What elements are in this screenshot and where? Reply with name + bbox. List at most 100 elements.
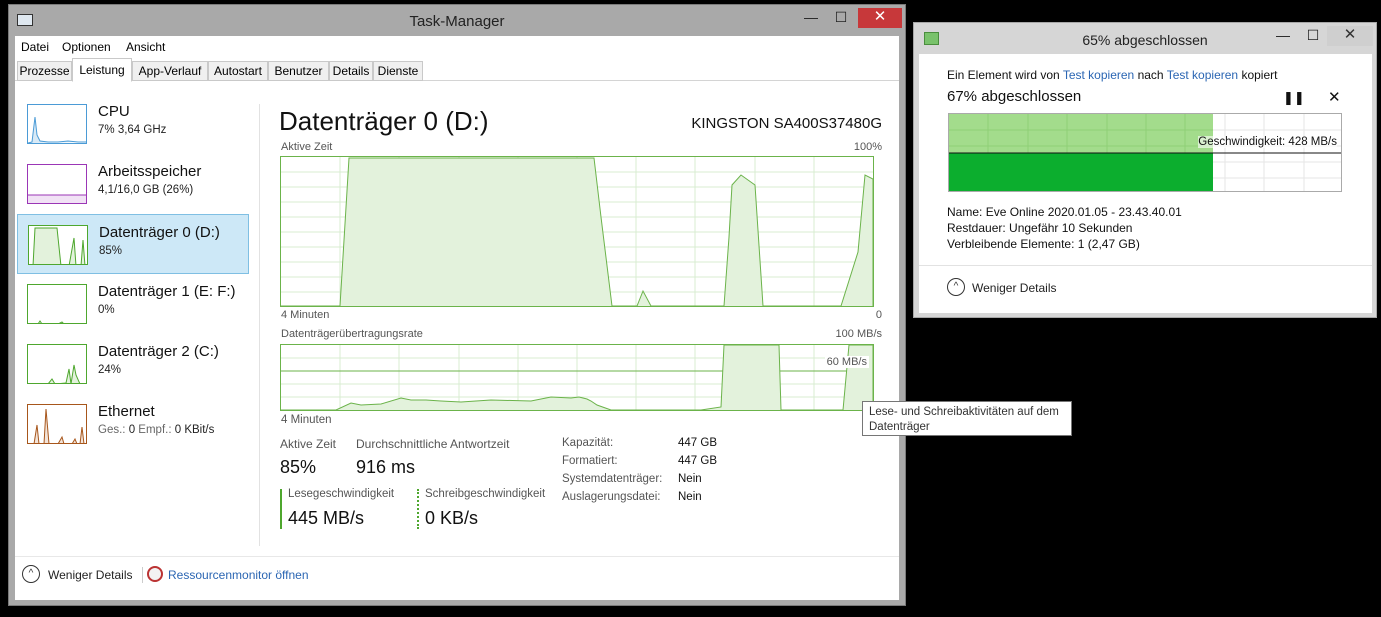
menu-optionen[interactable]: Optionen bbox=[62, 40, 111, 54]
active-time-label: Aktive Zeit bbox=[280, 437, 337, 451]
copy-progress-text: 67% abgeschlossen bbox=[947, 88, 1082, 105]
copy-dialog-divider bbox=[919, 265, 1372, 266]
read-speed-value: 445 MB/s bbox=[288, 508, 365, 528]
tab-app-verlauf[interactable]: App-Verlauf bbox=[132, 61, 208, 81]
disk-model: KINGSTON SA400S37480G bbox=[691, 115, 882, 132]
transfer-rate-graph-max: 100 MB/s bbox=[835, 328, 882, 340]
target-folder-link[interactable]: Test kopieren bbox=[1167, 68, 1238, 82]
menu-datei[interactable]: Datei bbox=[21, 40, 49, 54]
sidebar-item-label: Ethernet bbox=[98, 403, 155, 420]
write-speed-value: 0 KB/s bbox=[425, 508, 479, 528]
sidebar-item-label: Datenträger 0 (D:) bbox=[99, 224, 220, 241]
footer-divider bbox=[15, 556, 899, 557]
active-time-graph-max: 100% bbox=[853, 141, 882, 153]
ethernet-send-label: Ges.: bbox=[98, 424, 126, 436]
remaining-value: Ungefähr 10 Sekunden bbox=[1009, 221, 1133, 235]
cpu-thumbnail-graph bbox=[27, 104, 87, 144]
transfer-rate-graph-svg bbox=[281, 344, 874, 411]
read-speed-indicator bbox=[280, 489, 282, 529]
ethernet-thumbnail-graph bbox=[27, 404, 87, 444]
sidebar-item-ethernet[interactable]: Ethernet Ges.: 0 Empf.: 0 KBit/s bbox=[17, 394, 249, 454]
resource-monitor-icon bbox=[147, 566, 163, 582]
copy-description-prefix: Ein Element wird von bbox=[947, 68, 1060, 82]
task-manager-content: Datei Optionen Ansicht Prozesse Leistung… bbox=[15, 36, 899, 600]
active-time-graph-min: 0 bbox=[875, 309, 882, 321]
chevron-up-icon: ^ bbox=[22, 565, 40, 583]
property-key: Kapazität: bbox=[562, 437, 614, 449]
active-time-graph-label: Aktive Zeit bbox=[281, 141, 333, 153]
disk-1-thumbnail-graph bbox=[27, 284, 87, 324]
tab-prozesse[interactable]: Prozesse bbox=[17, 61, 72, 81]
sidebar-item-memory[interactable]: Arbeitsspeicher 4,1/16,0 GB (26%) bbox=[17, 154, 249, 214]
minimize-button[interactable]: — bbox=[1269, 26, 1297, 46]
remaining-label: Restdauer: bbox=[947, 221, 1006, 235]
sidebar-divider bbox=[259, 104, 260, 546]
disk-0-thumbnail-graph bbox=[28, 225, 88, 265]
property-value: 447 GB bbox=[678, 455, 717, 467]
property-value: Nein bbox=[678, 491, 702, 503]
write-speed-label: Schreibgeschwindigkeit bbox=[425, 488, 546, 500]
copy-remaining-row: Restdauer: Ungefähr 10 Sekunden bbox=[947, 221, 1132, 235]
transfer-rate-graph-label: Datenträgerübertragungsrate bbox=[281, 328, 423, 340]
pause-button[interactable]: ❚❚ bbox=[1283, 90, 1305, 106]
maximize-button[interactable]: ☐ bbox=[827, 8, 855, 28]
minimize-button[interactable]: — bbox=[797, 8, 825, 28]
source-folder-link[interactable]: Test kopieren bbox=[1063, 68, 1134, 82]
read-speed-label: Lesegeschwindigkeit bbox=[288, 488, 395, 500]
copy-items-row: Verbleibende Elemente: 1 (2,47 GB) bbox=[947, 237, 1140, 251]
transfer-rate-graph[interactable]: 60 MB/s bbox=[280, 344, 874, 411]
transfer-rate-graph-scale: 60 MB/s bbox=[824, 356, 869, 368]
active-time-value: 85% bbox=[280, 457, 317, 477]
sidebar-item-sub: 7% 3,64 GHz bbox=[98, 124, 167, 136]
resource-monitor-link[interactable]: Ressourcenmonitor öffnen bbox=[147, 565, 317, 585]
less-details-label: Weniger Details bbox=[48, 568, 133, 582]
copy-speed-label: Geschwindigkeit: 428 MB/s bbox=[1198, 136, 1337, 148]
sidebar-item-sub: 24% bbox=[98, 364, 122, 376]
sidebar-item-label: Datenträger 2 (C:) bbox=[98, 343, 219, 360]
memory-thumbnail-graph bbox=[27, 164, 87, 204]
tab-benutzer[interactable]: Benutzer bbox=[268, 61, 329, 81]
copy-dialog-window: 65% abgeschlossen — ☐ ✕ Ein Element wird… bbox=[913, 22, 1377, 318]
sidebar-item-sub: 85% bbox=[99, 245, 123, 257]
copy-speed-graph-svg bbox=[949, 114, 1341, 191]
sidebar-item-disk-0[interactable]: Datenträger 0 (D:) 85% bbox=[17, 214, 249, 274]
tab-details[interactable]: Details bbox=[329, 61, 373, 81]
sidebar-item-cpu[interactable]: CPU 7% 3,64 GHz bbox=[17, 94, 249, 154]
tab-leistung[interactable]: Leistung bbox=[72, 58, 132, 82]
cancel-button[interactable]: ✕ bbox=[1328, 88, 1341, 106]
chevron-up-icon: ^ bbox=[947, 278, 965, 296]
copy-description-suffix: kopiert bbox=[1241, 68, 1278, 82]
sidebar-item-disk-2[interactable]: Datenträger 2 (C:) 24% bbox=[17, 334, 249, 394]
copy-less-details-button[interactable]: ^ Weniger Details bbox=[947, 278, 1067, 298]
tab-autostart[interactable]: Autostart bbox=[208, 61, 268, 81]
disk-title: Datenträger 0 (D:) bbox=[279, 106, 489, 136]
items-value: 1 (2,47 GB) bbox=[1077, 237, 1140, 251]
resource-monitor-label: Ressourcenmonitor öffnen bbox=[168, 568, 309, 582]
property-key: Auslagerungsdatei: bbox=[562, 491, 661, 503]
active-time-graph bbox=[280, 156, 874, 307]
property-key: Systemdatenträger: bbox=[562, 473, 663, 485]
close-button[interactable]: ✕ bbox=[858, 8, 902, 28]
window-title: Task-Manager bbox=[409, 13, 505, 30]
menu-bar: Datei Optionen Ansicht bbox=[15, 36, 899, 56]
sidebar-item-disk-1[interactable]: Datenträger 1 (E: F:) 0% bbox=[17, 274, 249, 334]
menu-ansicht[interactable]: Ansicht bbox=[126, 40, 165, 54]
ethernet-send-value: 0 bbox=[128, 424, 136, 436]
property-value: Nein bbox=[678, 473, 702, 485]
ethernet-recv-value: 0 KBit/s bbox=[174, 424, 215, 436]
sidebar-item-sub: Ges.: 0 Empf.: 0 KBit/s bbox=[98, 424, 214, 436]
sidebar-item-label: CPU bbox=[98, 103, 130, 120]
tab-dienste[interactable]: Dienste bbox=[373, 61, 423, 81]
name-label: Name: bbox=[947, 205, 983, 219]
sidebar-item-sub: 4,1/16,0 GB (26%) bbox=[98, 184, 194, 196]
maximize-button[interactable]: ☐ bbox=[1299, 26, 1327, 46]
close-button[interactable]: ✕ bbox=[1327, 26, 1373, 46]
disk-2-thumbnail-graph bbox=[27, 344, 87, 384]
less-details-button[interactable]: ^ Weniger Details bbox=[22, 565, 140, 585]
items-label: Verbleibende Elemente: bbox=[947, 237, 1075, 251]
tooltip: Lese- und Schreibaktivitäten auf dem Dat… bbox=[862, 401, 1072, 436]
task-manager-window: Task-Manager — ☐ ✕ Datei Optionen Ansich… bbox=[8, 4, 906, 606]
response-time-value: 916 ms bbox=[356, 457, 416, 477]
title-bar[interactable]: Task-Manager — ☐ ✕ bbox=[9, 5, 905, 36]
copy-speed-graph: Geschwindigkeit: 428 MB/s bbox=[948, 113, 1342, 192]
